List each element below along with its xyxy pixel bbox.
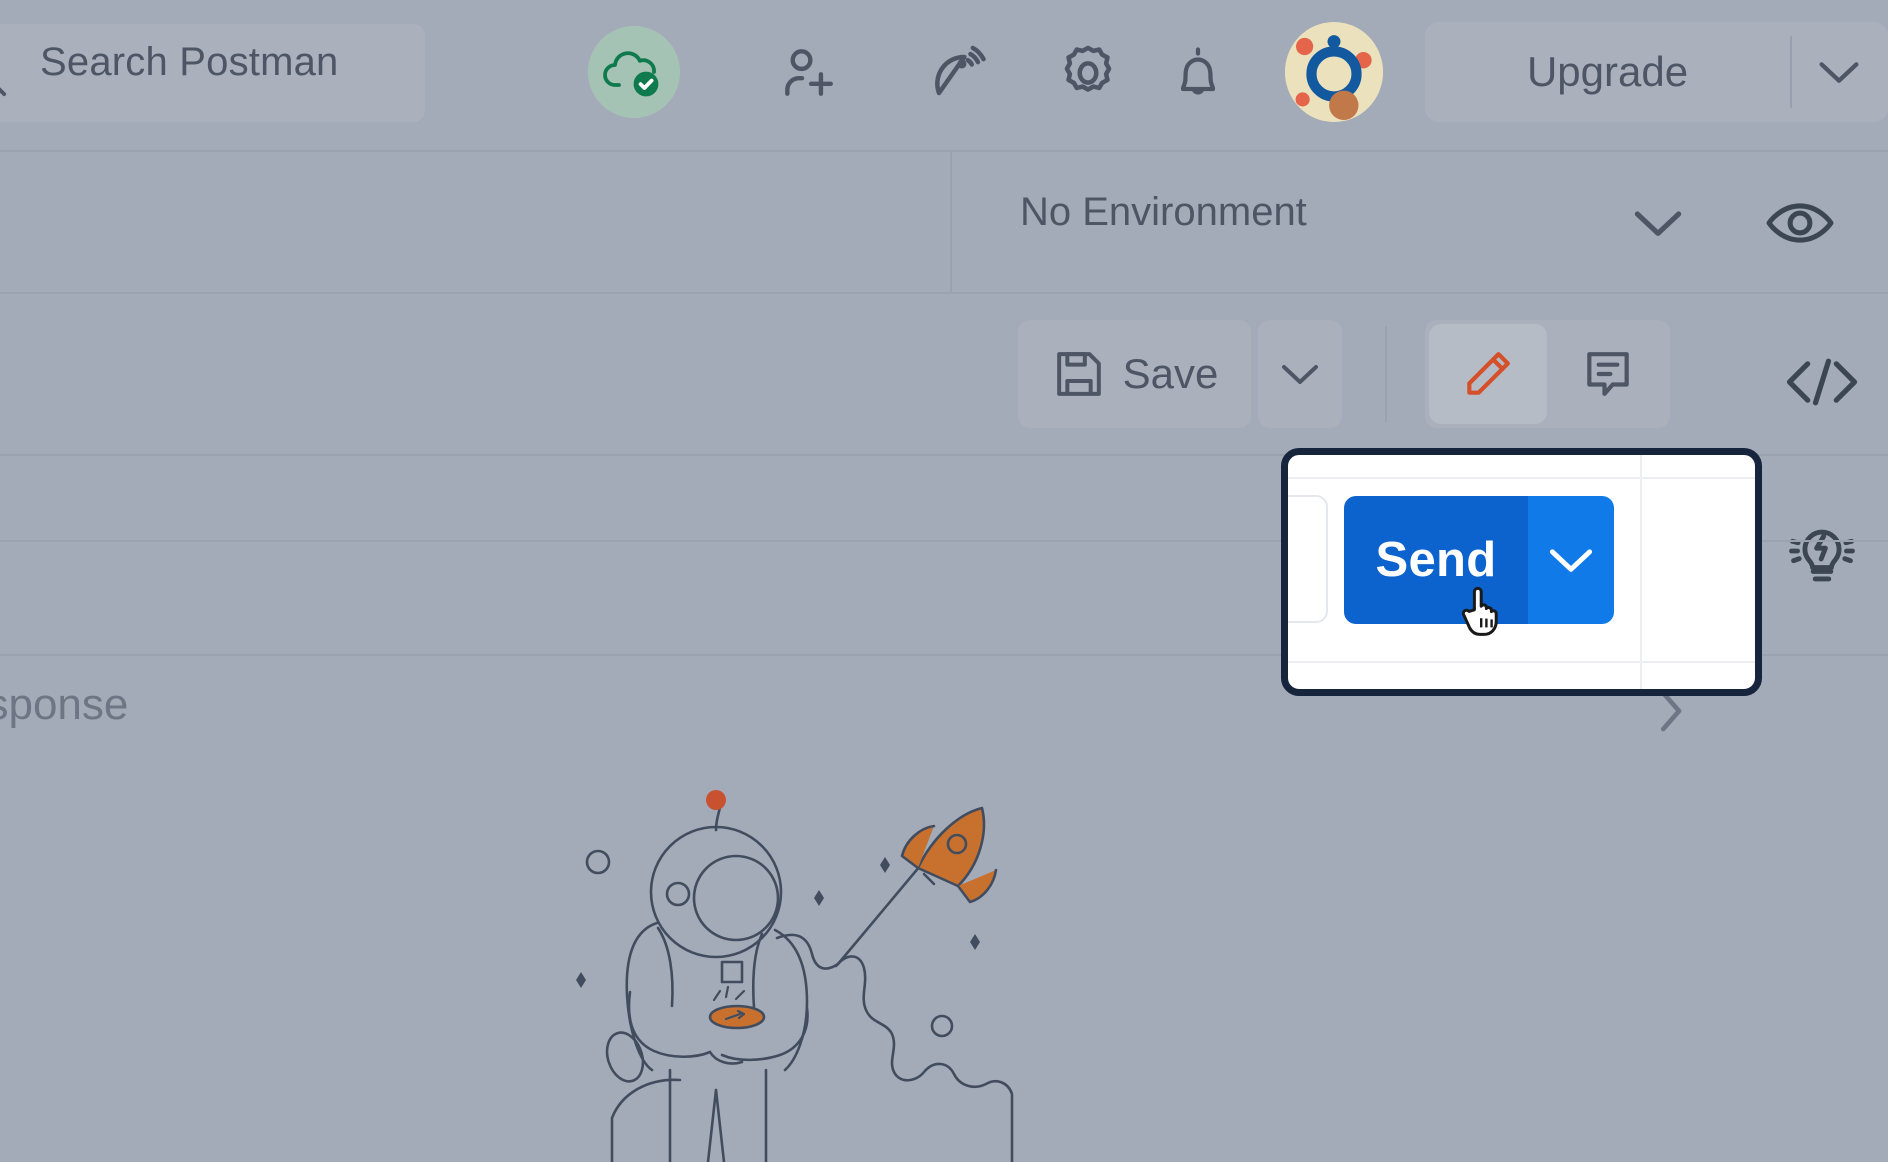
astronaut-rocket-illustration (530, 770, 1030, 1162)
environment-selector[interactable]: No Environment (1020, 190, 1307, 235)
edit-request-button[interactable] (1429, 324, 1547, 424)
environment-divider (950, 152, 952, 294)
code-brackets-icon[interactable] (1782, 345, 1862, 419)
eye-icon[interactable] (1765, 190, 1835, 256)
save-options-button[interactable] (1258, 320, 1342, 428)
send-button-main[interactable]: Send (1344, 496, 1528, 624)
user-avatar[interactable] (1285, 22, 1383, 122)
notification-bell-icon[interactable] (1155, 30, 1241, 116)
settings-gear-icon[interactable] (1045, 30, 1131, 116)
postman-app-window: Search Postman Upgrade No Environment Sa… (0, 0, 1888, 1162)
save-label: Save (1122, 350, 1219, 397)
lightbulb-bolt-icon[interactable] (1782, 513, 1862, 597)
save-disk-icon (1056, 352, 1101, 396)
search-icon (0, 52, 8, 98)
chevron-down-icon[interactable] (1625, 190, 1691, 256)
invite-user-icon[interactable] (765, 30, 851, 116)
spotlight-ghost-control (1288, 495, 1328, 623)
save-button[interactable]: Save (1018, 320, 1251, 428)
send-button[interactable]: Send (1344, 496, 1614, 624)
satellite-dish-icon[interactable] (916, 30, 1002, 116)
request-action-bar: Save (0, 294, 1888, 454)
environment-bar: No Environment (0, 152, 1888, 294)
send-options-caret[interactable] (1528, 496, 1614, 624)
spotlight-divider (1288, 661, 1755, 663)
action-divider (1385, 326, 1387, 422)
send-label: Send (1375, 533, 1497, 587)
upgrade-button[interactable]: Upgrade (1425, 22, 1888, 122)
response-title: esponse (0, 680, 129, 729)
top-header-bar: Search Postman Upgrade (0, 0, 1888, 152)
cloud-sync-icon[interactable] (588, 26, 680, 118)
spotlight-divider (1288, 477, 1755, 479)
send-button-spotlight: Send (1281, 448, 1762, 696)
search-placeholder: Search Postman (40, 40, 339, 84)
comment-button[interactable] (1549, 324, 1667, 424)
edit-comment-group (1425, 320, 1670, 428)
chevron-down-icon[interactable] (1790, 22, 1888, 122)
pencil-icon (1467, 352, 1510, 395)
upgrade-label: Upgrade (1526, 48, 1689, 95)
comment-icon (1587, 352, 1629, 396)
spotlight-divider (1640, 455, 1642, 689)
